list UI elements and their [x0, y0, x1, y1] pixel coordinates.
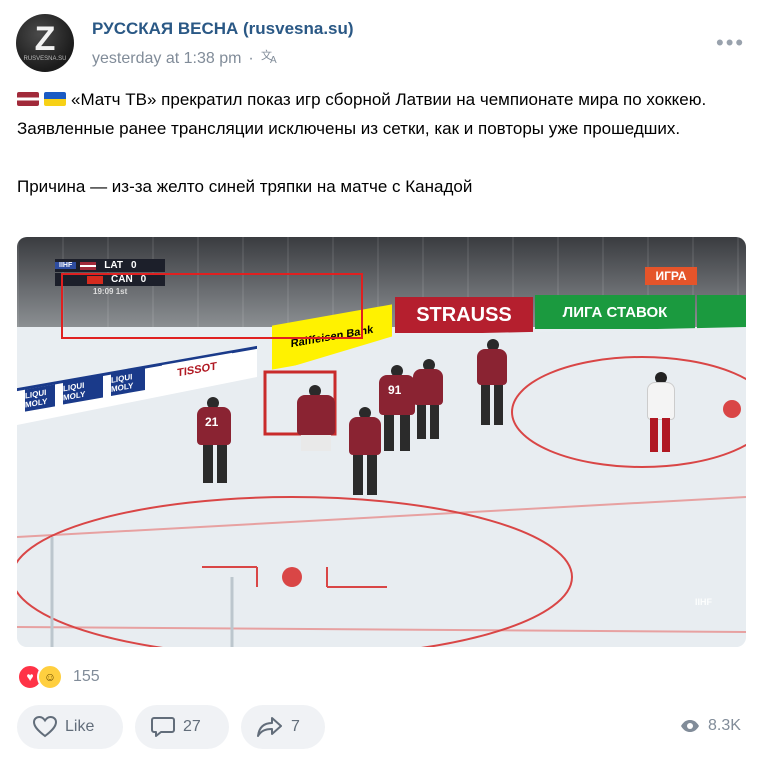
igra-badge: ИГРА	[645, 267, 697, 285]
avatar-letter: Z	[34, 20, 56, 58]
post-text: «Матч ТВ» прекратил показ игр сборной Ла…	[17, 85, 747, 201]
post-video[interactable]: LIQUI MOLY LIQUI MOLY LIQUI MOLY TISSOT …	[17, 237, 746, 647]
highlight-box	[61, 273, 363, 339]
iihf-watermark: IIHF	[695, 597, 712, 607]
post-meta: yesterday at 1:38 pm · 文A	[92, 47, 281, 70]
comment-button[interactable]: 27	[135, 705, 229, 749]
reaction-count: 155	[73, 668, 100, 685]
eye-icon	[681, 720, 699, 732]
ukraine-flag-icon	[44, 92, 66, 106]
laugh-reaction-icon: ☺	[37, 664, 63, 690]
author-name[interactable]: РУССКАЯ ВЕСНА (rusvesna.su)	[92, 19, 354, 39]
views-counter: 8.3K	[680, 717, 741, 735]
like-button[interactable]: Like	[17, 705, 123, 749]
share-button[interactable]: 7	[241, 705, 325, 749]
avatar-caption: RUSVESNA.SU	[23, 56, 67, 62]
scorebug-brand: IIHF	[55, 262, 77, 269]
heart-icon	[33, 716, 57, 738]
share-count: 7	[291, 718, 300, 735]
faceoff-dot	[282, 567, 302, 587]
reactions-summary[interactable]: ♥ ☺ 155	[17, 664, 100, 690]
faceoff-dot-right	[723, 400, 741, 418]
comment-icon	[151, 717, 175, 737]
views-count: 8.3K	[708, 717, 741, 734]
meta-separator: ·	[248, 49, 254, 67]
jersey-number-91: 91	[388, 383, 402, 397]
scorebug-row-lat: IIHF LAT 0	[55, 259, 165, 272]
translate-icon[interactable]: 文A	[261, 47, 281, 70]
avatar[interactable]: Z RUSVESNA.SU	[16, 14, 74, 72]
latvia-flag-icon	[17, 92, 39, 106]
scorebug-score1: 0	[130, 260, 137, 271]
post-time[interactable]: yesterday at 1:38 pm	[92, 50, 241, 68]
paragraph-1-text: «Матч ТВ» прекратил показ игр сборной Ла…	[17, 90, 707, 138]
jersey-number-21: 21	[205, 415, 219, 429]
post-paragraph-1: «Матч ТВ» прекратил показ игр сборной Ла…	[17, 85, 747, 143]
comment-count: 27	[183, 718, 201, 735]
more-options-icon[interactable]: •••	[716, 30, 745, 56]
scorebug-team1: LAT	[104, 260, 123, 271]
svg-text:A: A	[270, 55, 277, 65]
post-paragraph-2: Причина — из-за желто синей тряпки на ма…	[17, 177, 473, 196]
lat-flag-icon	[80, 261, 97, 270]
like-label: Like	[65, 718, 95, 735]
share-icon	[257, 717, 282, 737]
